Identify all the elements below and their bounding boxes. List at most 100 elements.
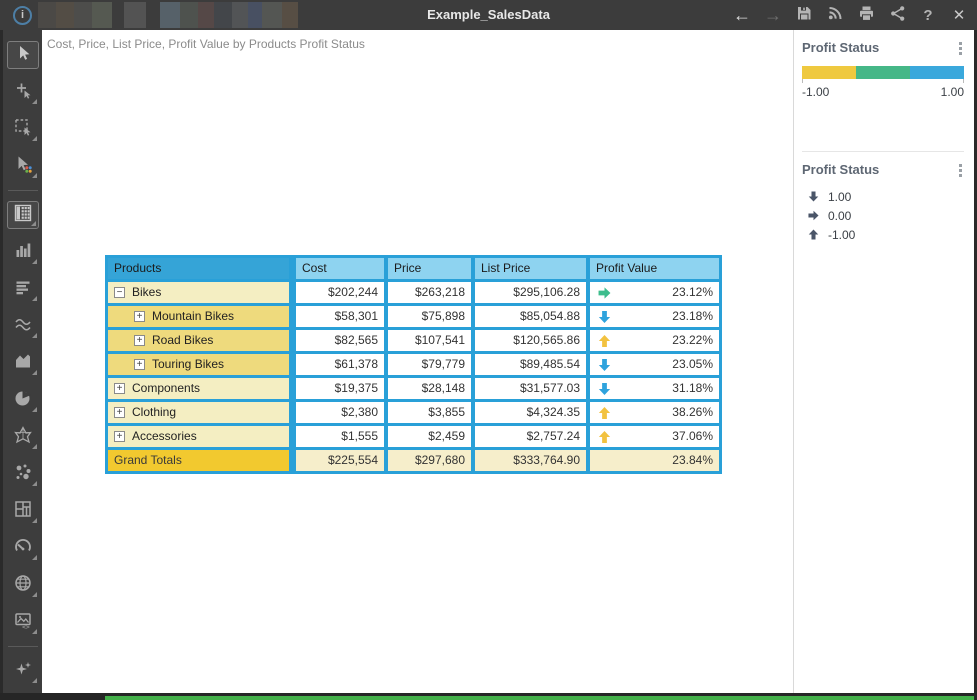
expand-button[interactable]: + xyxy=(114,431,125,442)
legend-item: 0.00 xyxy=(808,206,964,225)
area-item-tool-button[interactable] xyxy=(7,349,39,377)
globe-icon xyxy=(13,573,33,598)
profit-value-cell: 37.06% xyxy=(590,426,719,450)
image-item-tool-button[interactable]: <> xyxy=(7,608,39,636)
grid-item-tool-button[interactable] xyxy=(7,201,39,229)
product-label: Road Bikes xyxy=(152,333,213,347)
expand-button[interactable]: + xyxy=(114,407,125,418)
redacted-toolbar-item xyxy=(180,2,198,28)
pie-item-tool-button[interactable] xyxy=(7,386,39,414)
price-cell: $79,779 xyxy=(388,354,475,378)
price-total-cell: $297,680 xyxy=(388,450,475,471)
redacted-toolbar-item xyxy=(38,2,56,28)
waves-icon xyxy=(13,314,33,339)
dropdown-corner-icon xyxy=(32,173,37,178)
product-cell[interactable]: + Road Bikes xyxy=(108,330,296,354)
kebab-menu-icon[interactable] xyxy=(957,40,964,57)
right-arrow-icon xyxy=(808,210,824,221)
marquee-select-tool-button[interactable] xyxy=(7,115,39,143)
expand-button[interactable]: + xyxy=(134,359,145,370)
data-select-tool-button[interactable] xyxy=(7,152,39,180)
up-arrow-icon xyxy=(808,229,824,240)
profit-value-label: 23.05% xyxy=(672,357,713,371)
profit-value-cell: 31.18% xyxy=(590,378,719,402)
scatter-item-tool-button[interactable] xyxy=(7,460,39,488)
add-item-tool-button[interactable] xyxy=(7,78,39,106)
down-arrow-icon xyxy=(598,382,611,395)
expand-button[interactable]: + xyxy=(114,383,125,394)
sparkles-icon xyxy=(13,659,33,684)
price-cell: $28,148 xyxy=(388,378,475,402)
collapse-button[interactable]: − xyxy=(114,287,125,298)
line-item-tool-button[interactable] xyxy=(7,312,39,340)
feed-icon xyxy=(827,5,843,25)
gauge-item-tool-button[interactable] xyxy=(7,534,39,562)
grand-totals-label: Grand Totals xyxy=(108,450,296,471)
ai-assistant-tool-button[interactable] xyxy=(7,657,39,685)
help-button[interactable]: ? xyxy=(918,4,938,26)
range-legend-title: Profit Status xyxy=(802,40,964,55)
product-cell[interactable]: + Mountain Bikes xyxy=(108,306,296,330)
dropdown-corner-icon xyxy=(32,592,37,597)
forward-button[interactable]: → xyxy=(763,4,783,26)
column-header-products[interactable]: Products xyxy=(108,258,296,282)
dropdown-corner-icon xyxy=(32,555,37,560)
share-button[interactable] xyxy=(887,4,907,26)
price-cell: $2,459 xyxy=(388,426,475,450)
kebab-menu-icon[interactable] xyxy=(957,162,964,179)
close-button[interactable]: ✕ xyxy=(949,4,969,26)
scale-min-label: -1.00 xyxy=(802,85,829,99)
titlebar-actions: ← → ? ✕ xyxy=(732,0,969,30)
redacted-toolbar-item xyxy=(232,2,248,28)
product-cell[interactable]: +Accessories xyxy=(108,426,296,450)
dropdown-corner-icon xyxy=(31,221,36,226)
expand-button[interactable]: + xyxy=(134,335,145,346)
legend-label: 0.00 xyxy=(828,209,851,223)
list-price-total-cell: $333,764.90 xyxy=(475,450,590,471)
grid-item-title: Cost, Price, List Price, Profit Value by… xyxy=(47,37,365,51)
datasource-button[interactable] xyxy=(825,4,845,26)
product-label: Mountain Bikes xyxy=(152,309,234,323)
green-indicator-bar xyxy=(105,696,974,700)
expand-button[interactable]: + xyxy=(134,311,145,322)
redacted-toolbar-item xyxy=(282,2,298,28)
select-tool-button[interactable] xyxy=(7,41,39,69)
grid-icon xyxy=(13,203,33,228)
dashboard-title: Example_SalesData xyxy=(427,0,550,30)
polar-item-tool-button[interactable] xyxy=(7,423,39,451)
map-item-tool-button[interactable] xyxy=(7,571,39,599)
profit-value-label: 23.12% xyxy=(672,285,713,299)
print-button[interactable] xyxy=(856,4,876,26)
chart-item-tool-button[interactable] xyxy=(7,238,39,266)
column-header-list-price[interactable]: List Price xyxy=(475,258,590,282)
dropdown-corner-icon xyxy=(32,629,37,634)
cost-cell: $2,380 xyxy=(296,402,388,426)
column-header-cost[interactable]: Cost xyxy=(296,258,388,282)
product-cell[interactable]: −Bikes xyxy=(108,282,296,306)
profit-value-label: 38.26% xyxy=(672,405,713,419)
pivot-item-tool-button[interactable] xyxy=(7,275,39,303)
cost-cell: $61,378 xyxy=(296,354,388,378)
back-button[interactable]: ← xyxy=(732,4,752,26)
column-header-price[interactable]: Price xyxy=(388,258,475,282)
treemap-item-tool-button[interactable] xyxy=(7,497,39,525)
profit-value-label: 23.22% xyxy=(672,333,713,347)
redacted-toolbar xyxy=(38,2,298,28)
dropdown-corner-icon xyxy=(32,518,37,523)
list-price-cell: $2,757.24 xyxy=(475,426,590,450)
product-cell[interactable]: +Touring Bikes xyxy=(108,354,296,378)
legend-item: -1.00 xyxy=(808,225,964,244)
profit-value-cell: 23.12% xyxy=(590,282,719,306)
save-button[interactable] xyxy=(794,4,814,26)
column-header-profit-value[interactable]: Profit Value xyxy=(590,258,719,282)
info-icon[interactable]: i xyxy=(13,6,32,25)
profit-value-label: 37.06% xyxy=(672,429,713,443)
product-cell[interactable]: +Clothing xyxy=(108,402,296,426)
gradient-segment xyxy=(910,66,964,79)
up-arrow-icon xyxy=(598,406,611,419)
product-cell[interactable]: +Components xyxy=(108,378,296,402)
down-arrow-icon xyxy=(598,358,611,371)
redacted-toolbar-item xyxy=(214,2,232,28)
cost-cell: $82,565 xyxy=(296,330,388,354)
profit-value-cell: 23.18% xyxy=(590,306,719,330)
